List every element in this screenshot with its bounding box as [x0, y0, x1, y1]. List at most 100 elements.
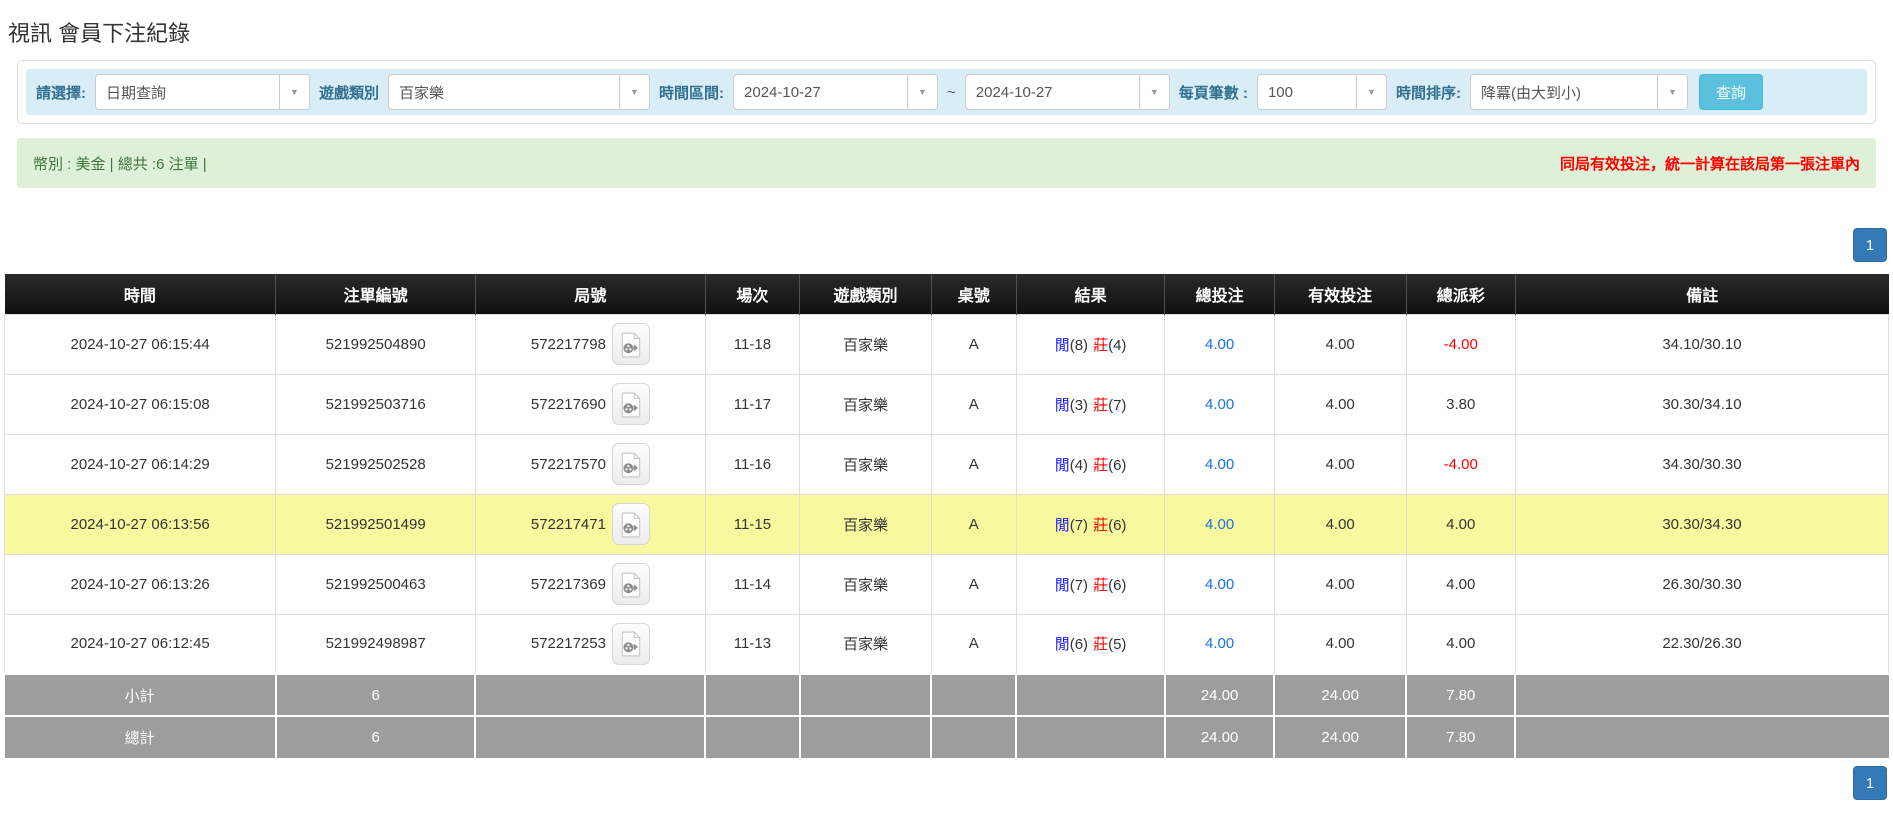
cell-result: 閒(6)莊(5) [1016, 614, 1165, 674]
cell-bet-id: 521992500463 [276, 554, 476, 614]
result-banker-label: 莊 [1093, 397, 1108, 414]
cell-valid-bet: 4.00 [1274, 614, 1406, 674]
column-header: 有效投注 [1274, 274, 1406, 314]
total-bet-link[interactable]: 4.00 [1205, 635, 1234, 652]
date-from-value: 2024-10-27 [734, 75, 907, 109]
select-mode-label: 請選擇: [36, 82, 86, 103]
summary-empty [931, 674, 1016, 716]
cell-payout: 4.00 [1406, 494, 1515, 554]
chevron-down-icon[interactable]: ▼ [279, 75, 309, 109]
video-file-icon [620, 572, 642, 598]
total-bet-link[interactable]: 4.00 [1205, 456, 1234, 473]
summary-payout: 7.80 [1406, 716, 1515, 758]
cell-table-id: A [931, 374, 1016, 434]
summary-valid-bet: 24.00 [1274, 716, 1406, 758]
search-button[interactable]: 查詢 [1699, 74, 1763, 110]
chevron-down-icon[interactable]: ▼ [1356, 75, 1386, 109]
summary-empty [475, 674, 705, 716]
result-banker-label: 莊 [1093, 517, 1108, 534]
result-banker-value: (6) [1108, 577, 1126, 594]
total-bet-link[interactable]: 4.00 [1205, 336, 1234, 353]
table-row: 2024-10-27 06:12:45521992498987572217253… [5, 614, 1889, 674]
table-row: 2024-10-27 06:15:44521992504890572217798… [5, 314, 1889, 374]
cell-payout: 3.80 [1406, 374, 1515, 434]
cell-round-id: 572217369 [475, 554, 705, 614]
summary-empty [800, 674, 932, 716]
page-title: 視訊 會員下注紀錄 [8, 16, 1893, 48]
cell-game-type: 百家樂 [800, 374, 932, 434]
column-header: 時間 [5, 274, 276, 314]
chevron-down-icon[interactable]: ▼ [1139, 75, 1169, 109]
video-file-icon [620, 392, 642, 418]
cell-valid-bet: 4.00 [1274, 314, 1406, 374]
result-banker-value: (6) [1108, 517, 1126, 534]
chevron-down-icon[interactable]: ▼ [1657, 75, 1687, 109]
select-mode-dropdown[interactable]: 日期查詢 ▼ [95, 74, 310, 110]
page-button-1[interactable]: 1 [1853, 228, 1887, 262]
result-banker-value: (4) [1108, 337, 1126, 354]
round-id-text: 572217570 [531, 456, 606, 473]
table-row: 2024-10-27 06:15:08521992503716572217690… [5, 374, 1889, 434]
result-banker-label: 莊 [1093, 457, 1108, 474]
date-range-separator: ~ [947, 84, 956, 101]
chevron-down-icon[interactable]: ▼ [619, 75, 649, 109]
video-record-button[interactable] [612, 383, 650, 425]
cell-total-bet: 4.00 [1165, 314, 1274, 374]
video-file-icon [620, 332, 642, 358]
bet-records-table: 時間注單編號局號場次遊戲類別桌號結果總投注有效投注總派彩備註 2024-10-2… [4, 274, 1889, 758]
cell-time: 2024-10-27 06:14:29 [5, 434, 276, 494]
pagination-bottom: 1 [0, 766, 1893, 800]
sort-order-value: 降冪(由大到小) [1471, 75, 1657, 109]
cell-time: 2024-10-27 06:13:56 [5, 494, 276, 554]
round-id-text: 572217798 [531, 336, 606, 353]
cell-table-id: A [931, 434, 1016, 494]
date-from-picker[interactable]: 2024-10-27 ▼ [733, 74, 938, 110]
result-banker-value: (7) [1108, 397, 1126, 414]
round-id-text: 572217690 [531, 396, 606, 413]
round-id-text: 572217369 [531, 576, 606, 593]
video-file-icon [620, 631, 642, 657]
cell-session: 11-13 [705, 614, 799, 674]
video-record-button[interactable] [612, 563, 650, 605]
cell-game-type: 百家樂 [800, 314, 932, 374]
page-size-dropdown[interactable]: 100 ▼ [1257, 74, 1387, 110]
video-record-button[interactable] [612, 443, 650, 485]
result-player-label: 閒 [1055, 577, 1070, 594]
date-to-value: 2024-10-27 [966, 75, 1139, 109]
summary-empty [1515, 716, 1888, 758]
total-bet-link[interactable]: 4.00 [1205, 516, 1234, 533]
column-header: 場次 [705, 274, 799, 314]
total-bet-link[interactable]: 4.00 [1205, 576, 1234, 593]
cell-valid-bet: 4.00 [1274, 434, 1406, 494]
cell-time: 2024-10-27 06:15:08 [5, 374, 276, 434]
cell-session: 11-18 [705, 314, 799, 374]
date-to-picker[interactable]: 2024-10-27 ▼ [965, 74, 1170, 110]
column-header: 局號 [475, 274, 705, 314]
cell-game-type: 百家樂 [800, 614, 932, 674]
total-bet-link[interactable]: 4.00 [1205, 396, 1234, 413]
summary-empty [475, 716, 705, 758]
chevron-down-icon[interactable]: ▼ [907, 75, 937, 109]
time-range-label: 時間區間: [659, 82, 724, 103]
summary-valid-bet: 24.00 [1274, 674, 1406, 716]
video-record-button[interactable] [612, 623, 650, 665]
cell-valid-bet: 4.00 [1274, 494, 1406, 554]
sort-order-dropdown[interactable]: 降冪(由大到小) ▼ [1470, 74, 1688, 110]
summary-empty [931, 716, 1016, 758]
result-player-value: (3) [1070, 397, 1088, 414]
page-button-1[interactable]: 1 [1853, 766, 1887, 800]
cell-game-type: 百家樂 [800, 434, 932, 494]
cell-table-id: A [931, 614, 1016, 674]
cell-session: 11-16 [705, 434, 799, 494]
video-record-button[interactable] [612, 503, 650, 545]
cell-bet-id: 521992504890 [276, 314, 476, 374]
video-record-button[interactable] [612, 323, 650, 365]
page-size-label: 每頁筆數 : [1179, 82, 1248, 103]
cell-payout: 4.00 [1406, 554, 1515, 614]
cell-total-bet: 4.00 [1165, 374, 1274, 434]
table-body: 2024-10-27 06:15:44521992504890572217798… [5, 314, 1889, 674]
summary-payout: 7.80 [1406, 674, 1515, 716]
game-type-dropdown[interactable]: 百家樂 ▼ [388, 74, 650, 110]
cell-result: 閒(7)莊(6) [1016, 494, 1165, 554]
cell-remark: 22.30/26.30 [1515, 614, 1888, 674]
